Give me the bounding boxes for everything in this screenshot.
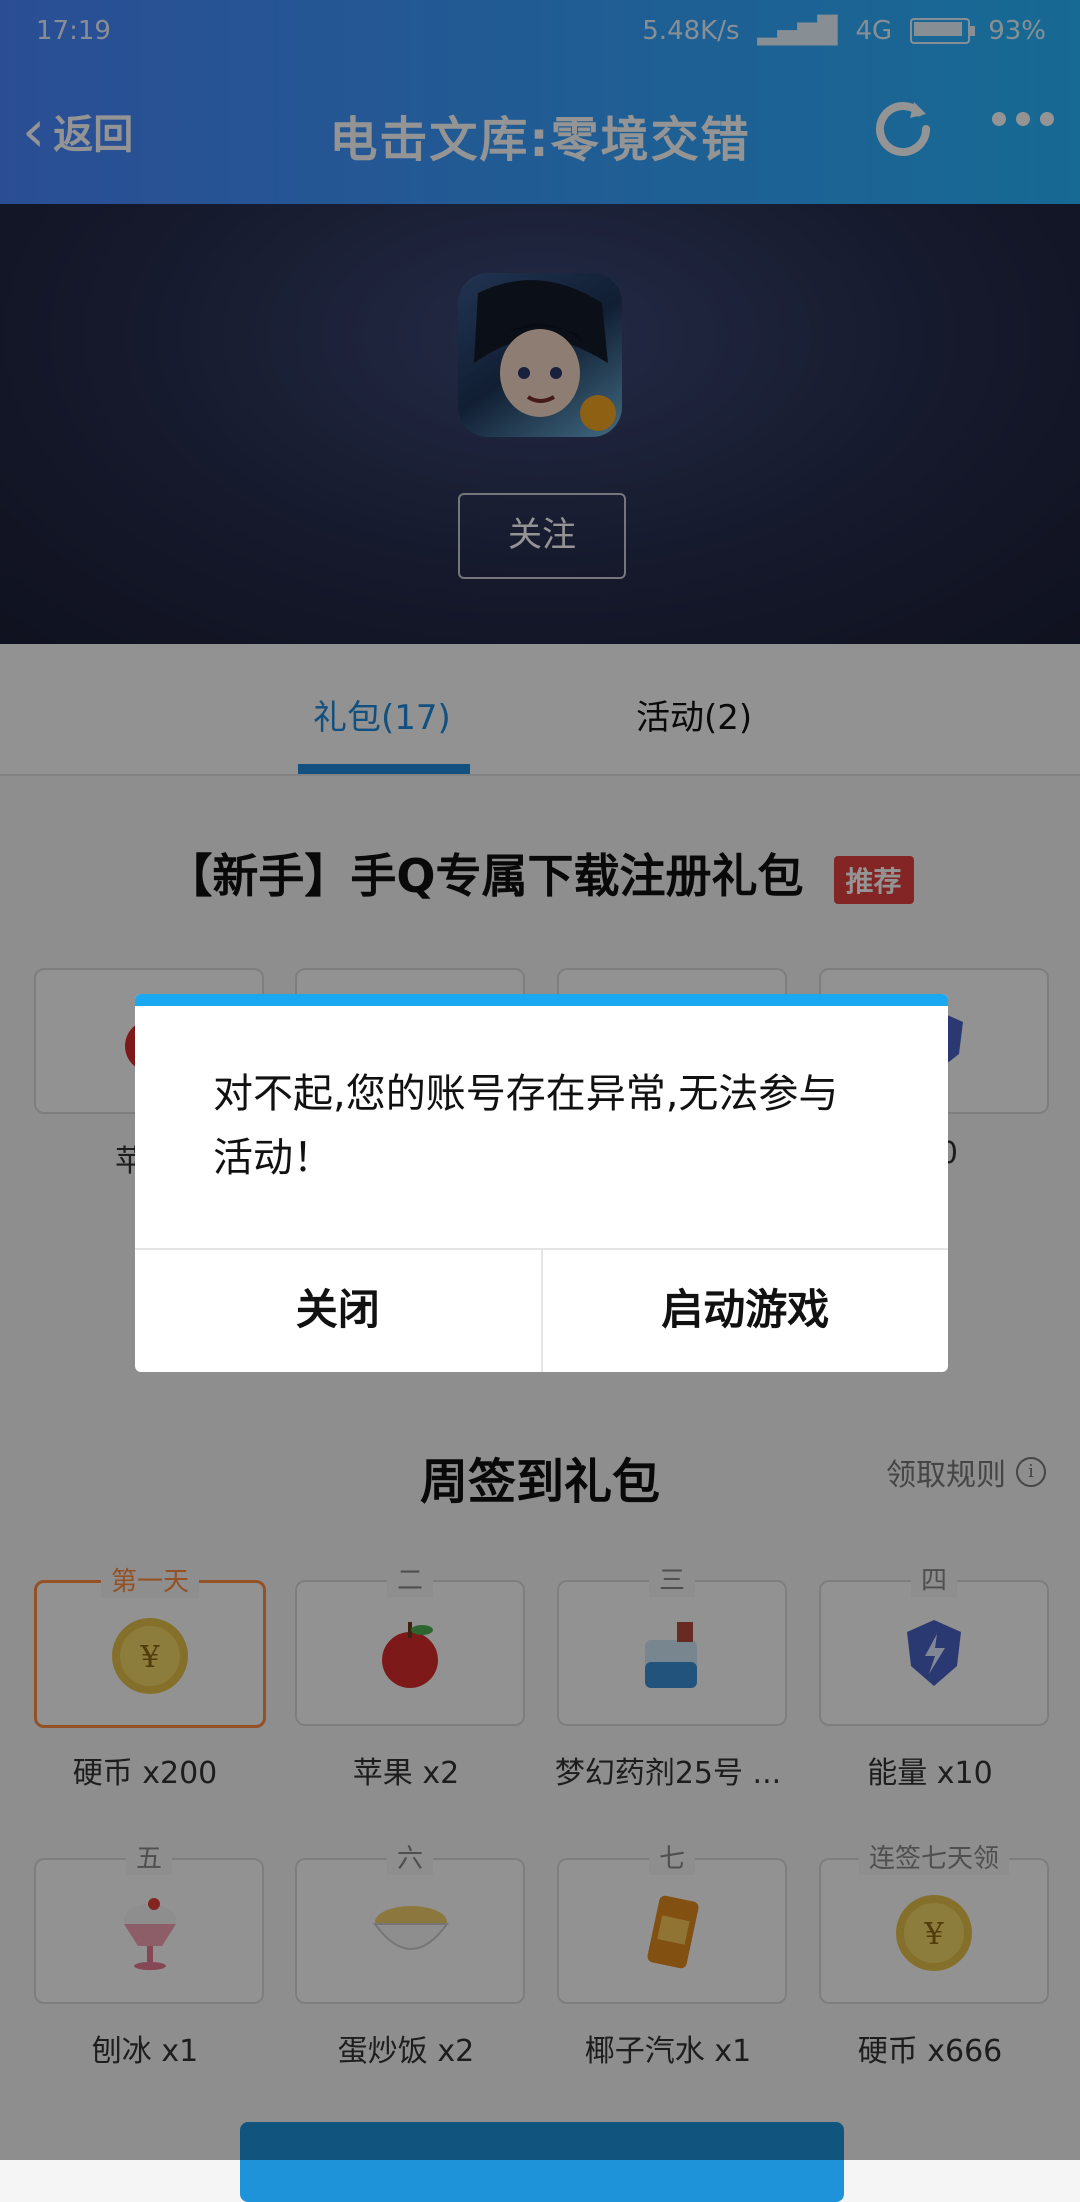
dialog-buttons: 关闭 启动游戏 xyxy=(135,1248,948,1372)
close-button[interactable]: 关闭 xyxy=(135,1250,541,1372)
launch-game-button[interactable]: 启动游戏 xyxy=(540,1250,949,1372)
dialog-message: 对不起,您的账号存在异常,无法参与活动！ xyxy=(213,1071,839,1181)
dialog-accent-bar xyxy=(135,994,948,1006)
alert-dialog: 对不起,您的账号存在异常,无法参与活动！ 关闭 启动游戏 xyxy=(135,994,948,1372)
